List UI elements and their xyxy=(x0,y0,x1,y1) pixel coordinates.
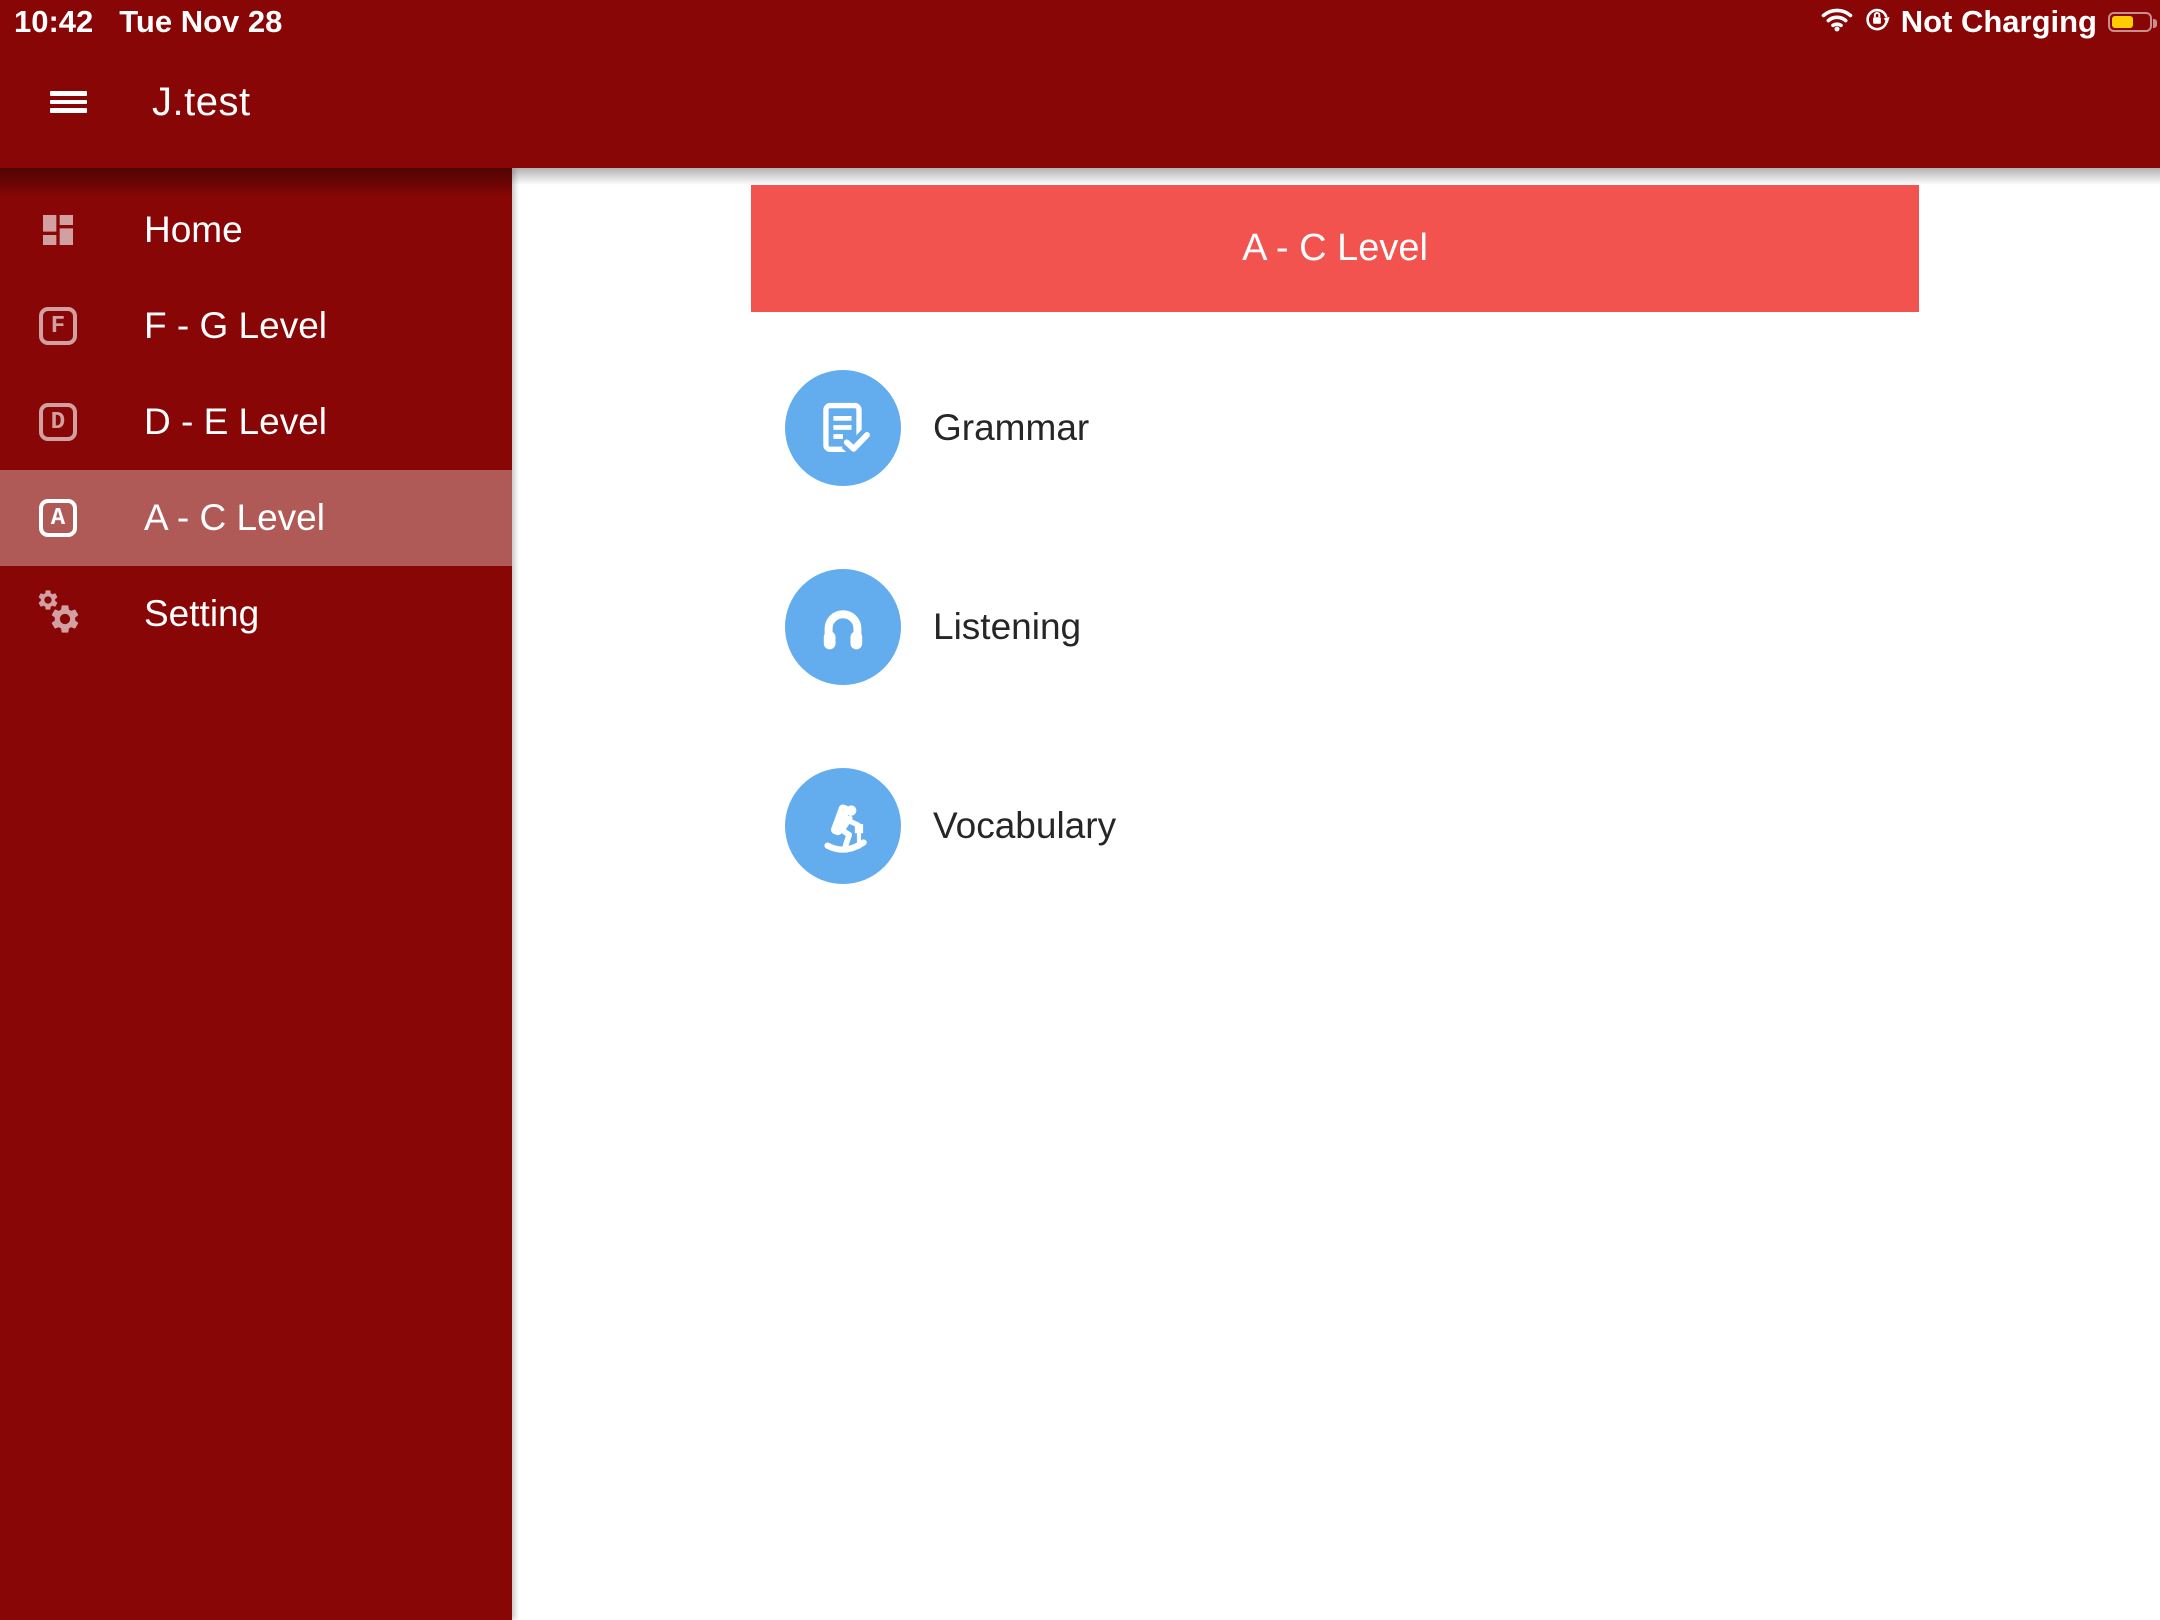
list-item-label: Listening xyxy=(933,606,1082,647)
status-left: 10:42 Tue Nov 28 xyxy=(14,0,282,44)
top-bar: 10:42 Tue Nov 28 Not Charging J.test xyxy=(0,0,2160,168)
list-item-label: Grammar xyxy=(933,407,1090,448)
sidebar-item-home[interactable]: Home xyxy=(0,182,512,278)
sidebar: Home F F - G Level D D - E Level A A - C… xyxy=(0,168,512,1620)
rotation-lock-icon xyxy=(1864,4,1890,40)
sidebar-item-label: Setting xyxy=(144,593,260,634)
letter-d-icon: D xyxy=(36,400,80,444)
dashboard-icon xyxy=(36,208,80,252)
sidebar-item-label: F - G Level xyxy=(144,305,327,346)
main-content: A - C Level Grammar Listening Vocabulary xyxy=(512,168,2160,1620)
sidebar-item-setting[interactable]: Setting xyxy=(0,566,512,662)
sidebar-item-ac-level[interactable]: A A - C Level xyxy=(0,470,512,566)
app-root: 10:42 Tue Nov 28 Not Charging J.test Hom… xyxy=(0,0,2160,1620)
sidebar-item-de-level[interactable]: D D - E Level xyxy=(0,374,512,470)
list-item-label: Vocabulary xyxy=(933,805,1117,846)
sidebar-item-fg-level[interactable]: F F - G Level xyxy=(0,278,512,374)
sidebar-menu: Home F F - G Level D D - E Level A A - C… xyxy=(0,168,512,662)
sidebar-item-label: A - C Level xyxy=(144,497,325,538)
level-banner: A - C Level xyxy=(751,185,1919,312)
wifi-icon xyxy=(1821,4,1853,40)
list-item-grammar[interactable]: Grammar xyxy=(785,370,1089,486)
status-bar: 10:42 Tue Nov 28 Not Charging xyxy=(0,0,2160,44)
status-time: 10:42 xyxy=(14,4,94,39)
list-item-vocabulary[interactable]: Vocabulary xyxy=(785,768,1116,884)
status-right: Not Charging xyxy=(1821,0,2157,44)
sidebar-item-label: D - E Level xyxy=(144,401,328,442)
list-item-listening[interactable]: Listening xyxy=(785,569,1081,685)
letter-f-icon: F xyxy=(36,304,80,348)
battery-nub xyxy=(2153,19,2157,28)
status-date: Tue Nov 28 xyxy=(119,4,283,39)
letter-a-icon: A xyxy=(36,496,80,540)
gears-icon xyxy=(36,590,80,636)
hamburger-menu-icon[interactable] xyxy=(50,91,87,113)
skier-icon xyxy=(785,768,901,884)
page-title: J.test xyxy=(152,80,251,124)
nav-header: J.test xyxy=(0,44,2160,168)
sidebar-item-label: Home xyxy=(144,209,243,250)
headphones-icon xyxy=(785,569,901,685)
banner-title: A - C Level xyxy=(1242,227,1428,269)
battery-fill xyxy=(2112,16,2133,28)
grammar-checklist-icon xyxy=(785,370,901,486)
battery-status-text: Not Charging xyxy=(1900,4,2097,39)
battery-icon xyxy=(2108,12,2157,32)
